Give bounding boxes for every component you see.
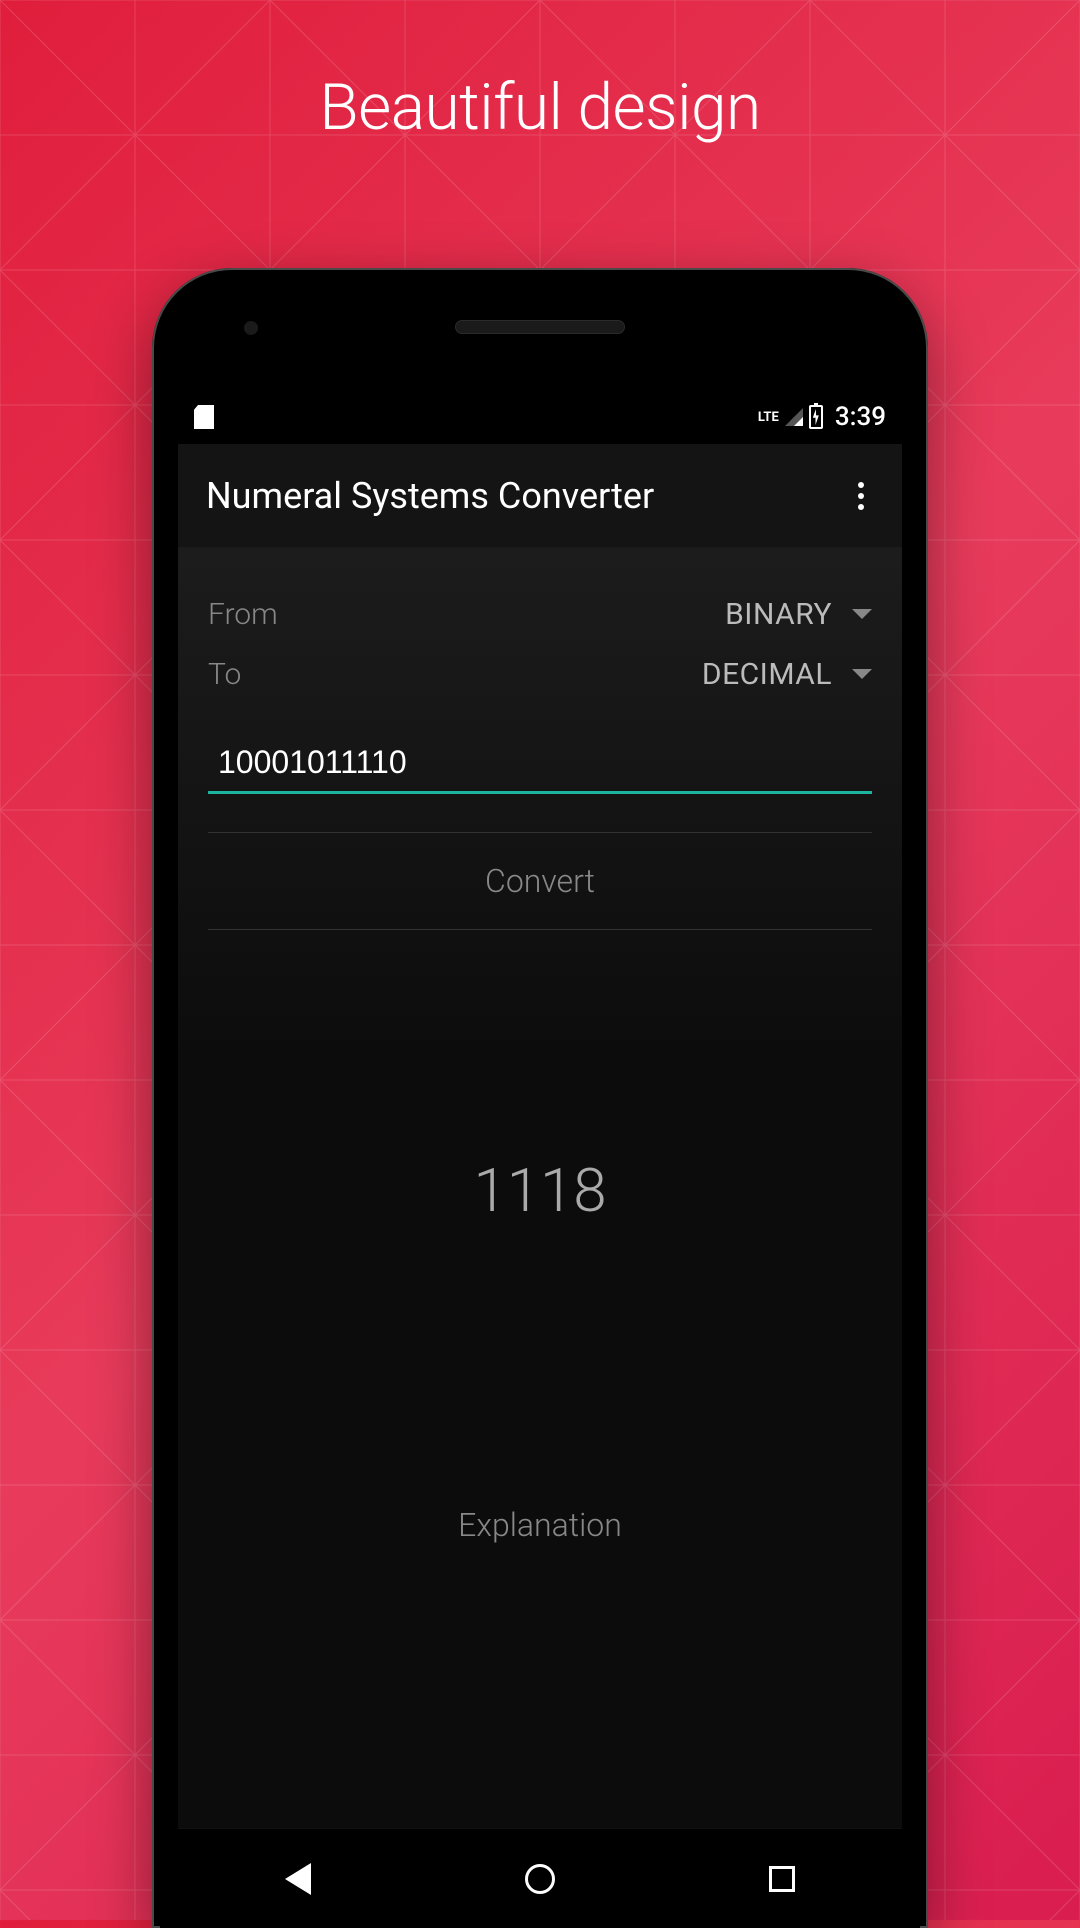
phone-camera xyxy=(244,321,258,335)
chevron-down-icon xyxy=(852,669,872,679)
convert-button[interactable]: Convert xyxy=(208,833,872,929)
number-input[interactable] xyxy=(218,744,866,781)
to-label: To xyxy=(208,657,241,692)
divider xyxy=(208,929,872,930)
battery-icon xyxy=(809,405,823,429)
home-button-icon[interactable] xyxy=(525,1864,555,1894)
to-value: DECIMAL xyxy=(702,657,832,692)
app-bar: Numeral Systems Converter xyxy=(178,444,902,548)
marketing-headline: Beautiful design xyxy=(0,70,1080,145)
explanation-button[interactable]: Explanation xyxy=(208,1506,872,1544)
sd-card-icon xyxy=(194,405,214,429)
clock: 3:39 xyxy=(835,402,886,432)
from-value: BINARY xyxy=(725,597,832,632)
chevron-down-icon xyxy=(852,609,872,619)
recent-apps-icon[interactable] xyxy=(769,1866,795,1892)
navigation-bar xyxy=(178,1828,902,1928)
phone-frame: LTE 3:39 Numeral Systems Converter From … xyxy=(152,268,928,1928)
from-row: From BINARY xyxy=(208,584,872,644)
result-value: 1118 xyxy=(208,1155,872,1226)
to-dropdown[interactable]: DECIMAL xyxy=(702,657,872,692)
input-field-wrapper xyxy=(208,744,872,794)
from-dropdown[interactable]: BINARY xyxy=(725,597,872,632)
from-label: From xyxy=(208,597,278,632)
to-row: To DECIMAL xyxy=(208,644,872,704)
phone-speaker xyxy=(455,320,625,334)
signal-icon xyxy=(785,408,803,426)
back-button-icon[interactable] xyxy=(285,1863,311,1895)
overflow-menu-icon[interactable] xyxy=(848,472,874,520)
phone-screen: LTE 3:39 Numeral Systems Converter From … xyxy=(178,390,902,1928)
main-content: From BINARY To DECIMAL xyxy=(178,548,902,1828)
network-indicator: LTE xyxy=(758,410,779,425)
app-title: Numeral Systems Converter xyxy=(206,475,848,517)
status-bar: LTE 3:39 xyxy=(178,390,902,444)
